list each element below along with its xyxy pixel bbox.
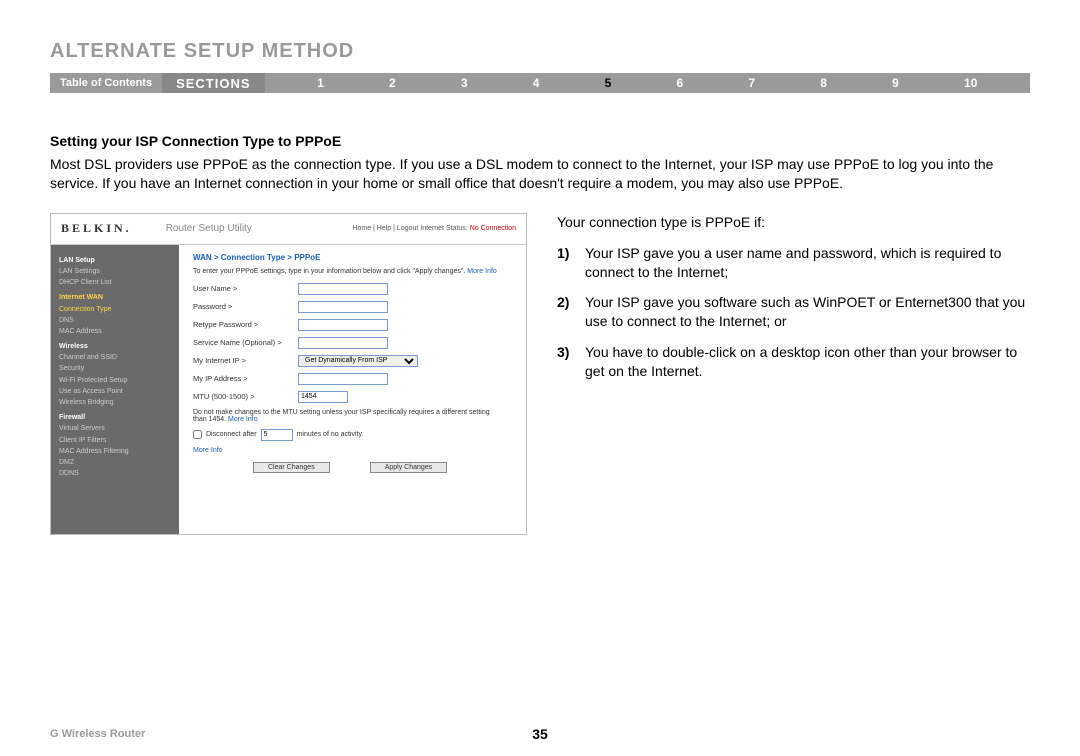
- sidebar-wps[interactable]: Wi-Fi Protected Setup: [59, 375, 171, 386]
- router-hint-more[interactable]: More Info: [467, 268, 497, 275]
- nav-num-4[interactable]: 4: [533, 76, 540, 90]
- input-disconnect-min[interactable]: [261, 429, 293, 441]
- select-myip[interactable]: Get Dynamically From ISP: [298, 355, 418, 367]
- input-retype[interactable]: [298, 319, 388, 331]
- input-password[interactable]: [298, 301, 388, 313]
- label-retype: Retype Password >: [193, 320, 298, 329]
- input-username[interactable]: [298, 283, 388, 295]
- label-disconnect: Disconnect after: [206, 431, 257, 438]
- mtu-note-more[interactable]: More Info: [228, 416, 258, 423]
- checkbox-disconnect[interactable]: [193, 430, 202, 439]
- sidebar-vs[interactable]: Virtual Servers: [59, 423, 171, 434]
- input-mtu[interactable]: [298, 391, 348, 403]
- router-moreinfo[interactable]: More Info: [193, 447, 512, 454]
- nav-num-1[interactable]: 1: [317, 76, 324, 90]
- section-nav: Table of Contents SECTIONS 1 2 3 4 5 6 7…: [50, 73, 1030, 93]
- content-subheading: Setting your ISP Connection Type to PPPo…: [50, 133, 1030, 149]
- list-item: 2) Your ISP gave you software such as Wi…: [557, 293, 1030, 331]
- footer: G Wireless Router 35: [50, 728, 1030, 740]
- nav-sections-label: SECTIONS: [162, 73, 264, 93]
- router-screenshot: BELKIN. Router Setup Utility Home | Help…: [50, 213, 527, 535]
- sidebar-bridge[interactable]: Wireless Bridging: [59, 397, 171, 408]
- page-title: ALTERNATE SETUP METHOD: [50, 40, 1030, 63]
- label-service: Service Name (Optional) >: [193, 338, 298, 347]
- list-num-1: 1): [557, 244, 585, 282]
- list-num-3: 3): [557, 343, 585, 381]
- list-item: 1) Your ISP gave you a user name and pas…: [557, 244, 1030, 282]
- sidebar-mac[interactable]: MAC Address: [59, 326, 171, 337]
- label-password: Password >: [193, 302, 298, 311]
- nav-num-2[interactable]: 2: [389, 76, 396, 90]
- router-utility-title: Router Setup Utility: [132, 223, 353, 234]
- input-service[interactable]: [298, 337, 388, 349]
- sidebar-dmz[interactable]: DMZ: [59, 457, 171, 468]
- router-main: WAN > Connection Type > PPPoE To enter y…: [179, 245, 526, 534]
- apply-button[interactable]: Apply Changes: [370, 462, 447, 473]
- sidebar-conn-type[interactable]: Connection Type: [59, 304, 171, 315]
- sidebar-lan-settings[interactable]: LAN Settings: [59, 266, 171, 277]
- nav-num-7[interactable]: 7: [748, 76, 755, 90]
- nav-numbers: 1 2 3 4 5 6 7 8 9 10: [265, 76, 1030, 90]
- sidebar-wan-head: Internet WAN: [59, 292, 171, 303]
- router-top-links-text[interactable]: Home | Help | Logout Internet Status:: [352, 225, 469, 232]
- nav-num-9[interactable]: 9: [892, 76, 899, 90]
- list-item: 3) You have to double-click on a desktop…: [557, 343, 1030, 381]
- router-hint: To enter your PPPoE settings, type in yo…: [193, 268, 512, 275]
- mtu-note: Do not make changes to the MTU setting u…: [193, 409, 503, 423]
- nav-num-6[interactable]: 6: [677, 76, 684, 90]
- sidebar-fw-head: Firewall: [59, 412, 171, 423]
- nav-toc[interactable]: Table of Contents: [50, 77, 162, 89]
- right-lead: Your connection type is PPPoE if:: [557, 213, 1030, 232]
- clear-button[interactable]: Clear Changes: [253, 462, 330, 473]
- content-body: Most DSL providers use PPPoE as the conn…: [50, 155, 1030, 193]
- list-txt-1: Your ISP gave you a user name and passwo…: [585, 244, 1030, 282]
- sidebar-lan-head: LAN Setup: [59, 255, 171, 266]
- list-txt-2: Your ISP gave you software such as WinPO…: [585, 293, 1030, 331]
- sidebar-dns[interactable]: DNS: [59, 315, 171, 326]
- sidebar-wireless-head: Wireless: [59, 341, 171, 352]
- router-logo: BELKIN.: [61, 221, 132, 236]
- nav-num-10[interactable]: 10: [964, 76, 977, 90]
- router-top-links: Home | Help | Logout Internet Status: No…: [352, 225, 516, 232]
- nav-num-5[interactable]: 5: [605, 76, 612, 90]
- label-disconnect-tail: minutes of no activity.: [297, 431, 364, 438]
- sidebar-maf[interactable]: MAC Address Filtering: [59, 446, 171, 457]
- label-myaddr: My IP Address >: [193, 374, 298, 383]
- sidebar-sec[interactable]: Security: [59, 363, 171, 374]
- label-username: User Name >: [193, 284, 298, 293]
- footer-page: 35: [532, 726, 548, 742]
- label-myip: My Internet IP >: [193, 356, 298, 365]
- router-breadcrumb: WAN > Connection Type > PPPoE: [193, 253, 512, 262]
- sidebar-dhcp[interactable]: DHCP Client List: [59, 277, 171, 288]
- sidebar-ddns[interactable]: DDNS: [59, 468, 171, 479]
- sidebar-cf[interactable]: Client IP Filters: [59, 435, 171, 446]
- router-sidebar: LAN Setup LAN Settings DHCP Client List …: [51, 245, 179, 534]
- sidebar-chan[interactable]: Channel and SSID: [59, 352, 171, 363]
- nav-num-8[interactable]: 8: [820, 76, 827, 90]
- list-num-2: 2): [557, 293, 585, 331]
- label-mtu: MTU (500-1500) >: [193, 392, 298, 401]
- nav-num-3[interactable]: 3: [461, 76, 468, 90]
- router-status: No Connection: [470, 225, 516, 232]
- sidebar-ap[interactable]: Use as Access Point: [59, 386, 171, 397]
- list-txt-3: You have to double-click on a desktop ic…: [585, 343, 1030, 381]
- input-myaddr[interactable]: [298, 373, 388, 385]
- footer-product: G Wireless Router: [50, 728, 145, 740]
